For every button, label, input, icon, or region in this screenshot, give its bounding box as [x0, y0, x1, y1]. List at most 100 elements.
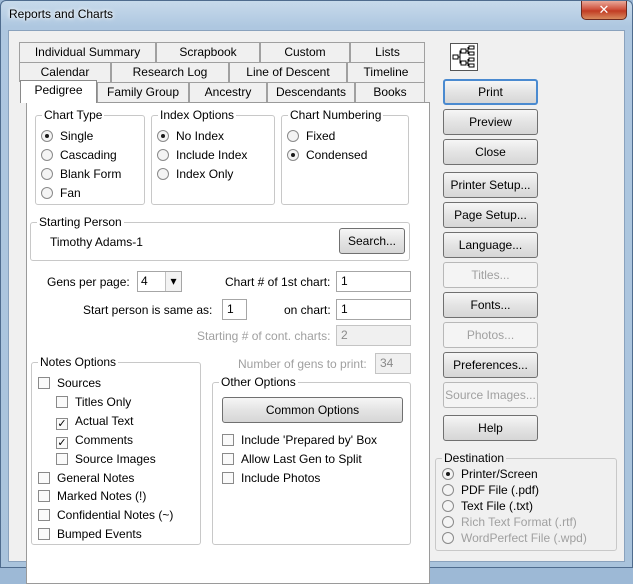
check-titles-only[interactable]: Titles Only [56, 395, 131, 409]
page-setup-button[interactable]: Page Setup... [443, 202, 538, 228]
radio-indicator[interactable] [287, 149, 299, 161]
checkbox[interactable] [56, 396, 68, 408]
radio-indicator[interactable] [442, 468, 454, 480]
check-actual-text[interactable]: ✓ Actual Text [56, 414, 133, 430]
tab-descendants[interactable]: Descendants [267, 82, 355, 102]
fonts-button[interactable]: Fonts... [443, 292, 538, 318]
check-comments[interactable]: ✓ Comments [56, 433, 133, 449]
radio-printer-screen[interactable]: Printer/Screen [442, 467, 538, 481]
tab-calendar[interactable]: Calendar [19, 62, 111, 82]
radio-condensed[interactable]: Condensed [287, 148, 367, 162]
photos-button[interactable]: Photos... [443, 322, 538, 348]
tab-books[interactable]: Books [355, 82, 425, 102]
radio-single[interactable]: Single [41, 129, 93, 143]
radio-fixed[interactable]: Fixed [287, 129, 335, 143]
notes-options-label: Notes Options [38, 355, 119, 369]
check-prepared-by[interactable]: Include 'Prepared by' Box [222, 433, 377, 447]
check-marked-notes[interactable]: Marked Notes (!) [38, 489, 146, 503]
radio-indicator[interactable] [442, 532, 454, 544]
radio-indicator[interactable] [442, 500, 454, 512]
checkbox-label: Marked Notes (!) [57, 489, 147, 503]
check-source-images[interactable]: Source Images [56, 452, 156, 466]
language-button[interactable]: Language... [443, 232, 538, 258]
radio-fan[interactable]: Fan [41, 186, 81, 200]
reports-window: Reports and Charts ✕ Individual Summary … [0, 0, 633, 584]
checkbox[interactable] [38, 528, 50, 540]
common-options-button[interactable]: Common Options [222, 397, 403, 423]
checkbox[interactable] [222, 472, 234, 484]
start-same-input[interactable]: 1 [222, 299, 247, 320]
radio-indicator[interactable] [287, 130, 299, 142]
preview-button[interactable]: Preview [443, 109, 538, 135]
tab-lists[interactable]: Lists [350, 42, 425, 62]
tab-individual-summary[interactable]: Individual Summary [19, 42, 156, 62]
chart-first-label: Chart # of 1st chart: [225, 275, 331, 289]
tab-custom[interactable]: Custom [260, 42, 350, 62]
checkbox[interactable] [38, 490, 50, 502]
checkbox[interactable] [222, 453, 234, 465]
tab-family-group[interactable]: Family Group [97, 82, 189, 102]
radio-indicator[interactable] [157, 130, 169, 142]
index-options-label: Index Options [158, 108, 237, 122]
radio-indicator[interactable] [442, 516, 454, 528]
check-bumped-events[interactable]: Bumped Events [38, 527, 142, 541]
on-chart-input[interactable]: 1 [336, 299, 411, 320]
tab-research-log[interactable]: Research Log [111, 62, 229, 82]
radio-no-index[interactable]: No Index [157, 129, 224, 143]
print-button[interactable]: Print [443, 79, 538, 105]
printer-setup-button[interactable]: Printer Setup... [443, 172, 538, 198]
window-close-button[interactable]: ✕ [581, 1, 627, 20]
radio-blank-form[interactable]: Blank Form [41, 167, 121, 181]
radio-rtf-file[interactable]: Rich Text Format (.rtf) [442, 515, 577, 529]
radio-indicator[interactable] [41, 130, 53, 142]
chevron-down-icon[interactable]: ▾ [165, 272, 181, 291]
checkbox[interactable] [222, 434, 234, 446]
close-button[interactable]: Close [443, 139, 538, 165]
radio-pdf-file[interactable]: PDF File (.pdf) [442, 483, 539, 497]
tab-timeline[interactable]: Timeline [347, 62, 425, 82]
gens-per-page-label: Gens per page: [47, 275, 130, 289]
check-allow-split[interactable]: Allow Last Gen to Split [222, 452, 362, 466]
gens-per-page-select[interactable]: 4 ▾ [137, 271, 182, 292]
radio-wpd-file[interactable]: WordPerfect File (.wpd) [442, 531, 587, 545]
checkbox-checked[interactable]: ✓ [56, 418, 68, 430]
titles-button[interactable]: Titles... [443, 262, 538, 288]
checkbox-label: Source Images [75, 452, 156, 466]
check-sources[interactable]: Sources [38, 376, 101, 390]
starting-cont-input[interactable]: 2 [336, 325, 411, 346]
tab-pedigree[interactable]: Pedigree [20, 80, 97, 103]
radio-indicator[interactable] [41, 149, 53, 161]
title-bar[interactable]: Reports and Charts ✕ [1, 1, 632, 29]
checkbox[interactable] [38, 377, 50, 389]
radio-indicator[interactable] [157, 168, 169, 180]
check-general-notes[interactable]: General Notes [38, 471, 134, 485]
checkbox-checked[interactable]: ✓ [56, 437, 68, 449]
checkbox-label: Include Photos [241, 471, 321, 485]
radio-text-file[interactable]: Text File (.txt) [442, 499, 533, 513]
chart-type-group: Chart Type Single Cascading Blank Form F… [35, 108, 145, 205]
starting-person-name: Timothy Adams-1 [50, 235, 143, 249]
radio-indicator[interactable] [41, 187, 53, 199]
checkbox[interactable] [38, 509, 50, 521]
checkbox[interactable] [38, 472, 50, 484]
radio-index-only[interactable]: Index Only [157, 167, 233, 181]
help-button[interactable]: Help [443, 415, 538, 441]
checkbox-label: Include 'Prepared by' Box [241, 433, 377, 447]
checkbox[interactable] [56, 453, 68, 465]
check-include-photos[interactable]: Include Photos [222, 471, 320, 485]
radio-indicator[interactable] [41, 168, 53, 180]
tab-scrapbook[interactable]: Scrapbook [156, 42, 260, 62]
preferences-button[interactable]: Preferences... [443, 352, 538, 378]
source-images-button[interactable]: Source Images... [443, 382, 538, 408]
tab-ancestry[interactable]: Ancestry [189, 82, 267, 102]
chart-first-input[interactable]: 1 [336, 271, 411, 292]
check-confidential-notes[interactable]: Confidential Notes (~) [38, 508, 173, 522]
radio-indicator[interactable] [157, 149, 169, 161]
radio-indicator[interactable] [442, 484, 454, 496]
tab-line-of-descent[interactable]: Line of Descent [229, 62, 347, 82]
checkbox-label: Bumped Events [57, 527, 142, 541]
num-gens-print-input[interactable]: 34 [375, 353, 411, 374]
search-button[interactable]: Search... [339, 228, 405, 254]
radio-include-index[interactable]: Include Index [157, 148, 247, 162]
radio-cascading[interactable]: Cascading [41, 148, 117, 162]
